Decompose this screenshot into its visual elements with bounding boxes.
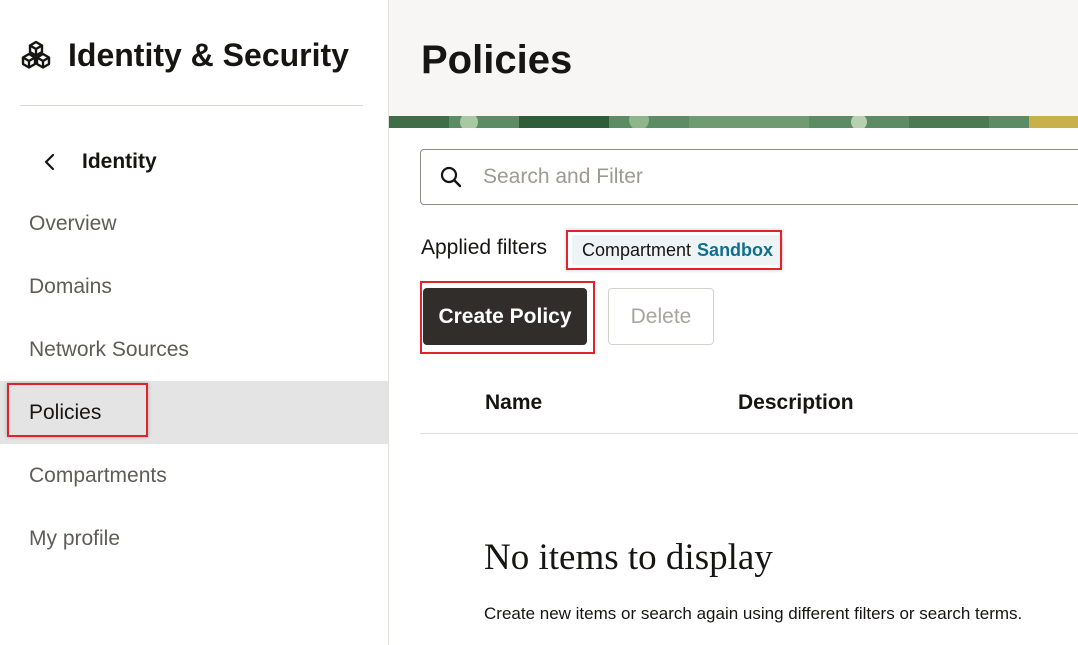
section-title: Identity — [82, 150, 157, 173]
sidebar: Identity & Security Identity Overview Do… — [0, 0, 389, 645]
search-input[interactable] — [481, 164, 1045, 190]
column-header-name[interactable]: Name — [485, 391, 542, 415]
sidebar-item-network-sources[interactable]: Network Sources — [0, 318, 388, 381]
app-title: Identity & Security — [68, 36, 349, 73]
sidebar-item-my-profile[interactable]: My profile — [0, 507, 388, 570]
sidebar-nav: Overview Domains Network Sources Policie… — [0, 192, 388, 570]
empty-state-title: No items to display — [484, 537, 773, 578]
sidebar-divider — [20, 105, 363, 106]
search-filter-box[interactable] — [420, 149, 1078, 205]
applied-filters-label: Applied filters — [421, 236, 548, 259]
delete-button[interactable]: Delete — [608, 288, 714, 345]
brand: Identity & Security — [20, 34, 349, 76]
sidebar-item-compartments[interactable]: Compartments — [0, 444, 388, 507]
header-banner-image — [389, 116, 1078, 128]
sidebar-item-overview[interactable]: Overview — [0, 192, 388, 255]
back-to-identity-link[interactable]: Identity — [40, 146, 157, 178]
chevron-left-icon[interactable] — [40, 152, 60, 172]
chip-key: Compartment — [582, 239, 692, 260]
column-header-description[interactable]: Description — [738, 391, 854, 415]
search-icon — [440, 166, 462, 188]
empty-state-message: Create new items or search again using d… — [484, 604, 1023, 623]
compartment-filter-chip[interactable]: Compartment Sandbox — [572, 235, 784, 265]
cubes-icon — [21, 40, 51, 69]
sidebar-item-domains[interactable]: Domains — [0, 255, 388, 318]
page-header: Policies — [389, 0, 1078, 116]
chip-value: Sandbox — [697, 239, 774, 260]
page-title: Policies — [421, 38, 573, 82]
create-policy-button[interactable]: Create Policy — [423, 288, 587, 345]
table-header: Name Description — [420, 375, 1078, 434]
sidebar-item-policies[interactable]: Policies — [0, 381, 388, 444]
